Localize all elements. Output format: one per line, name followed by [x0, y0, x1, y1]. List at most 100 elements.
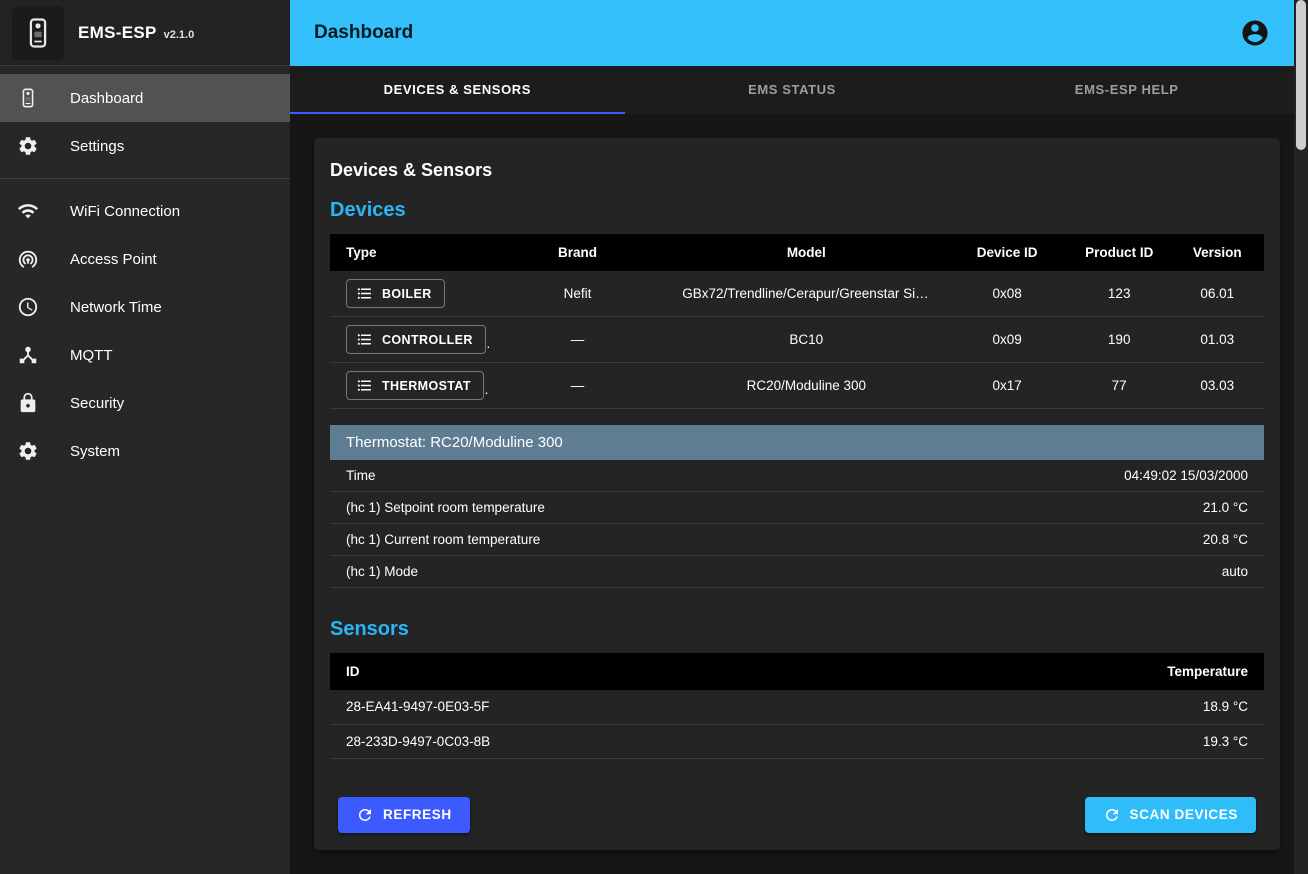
- col-device-id: Device ID: [946, 234, 1067, 271]
- device-type-label: CONTROLLER: [382, 333, 473, 347]
- refresh-icon: [1103, 806, 1121, 824]
- content-area: Devices & Sensors Devices Type Brand Mod…: [290, 114, 1294, 874]
- wifi-icon: [16, 199, 40, 223]
- sidebar-item-label: WiFi Connection: [70, 203, 180, 220]
- device-version: 01.03: [1171, 317, 1264, 363]
- sidebar-item-label: MQTT: [70, 347, 113, 364]
- device-product-id: 77: [1068, 363, 1171, 409]
- sidebar-item-label: Access Point: [70, 251, 157, 268]
- device-row-thermostat: THERMOSTAT — RC20/Moduline 300 0x17 77 0…: [330, 363, 1264, 409]
- tab-devices-sensors[interactable]: DEVICES & SENSORS: [290, 66, 625, 114]
- app-logo: [12, 6, 64, 60]
- device-model: BC10: [666, 317, 946, 363]
- thermostat-panel: Thermostat: RC20/Moduline 300 Time 04:49…: [330, 425, 1264, 588]
- sidebar-divider: [0, 178, 290, 179]
- device-product-id: 123: [1068, 271, 1171, 317]
- sidebar: EMS-ESP v2.1.0 Dashboard Settings: [0, 0, 290, 874]
- sensor-id: 28-233D-9497-0C03-8B: [330, 724, 984, 758]
- sensors-table-header: ID Temperature: [330, 653, 1264, 690]
- sidebar-item-label: Settings: [70, 138, 124, 155]
- card-title: Devices & Sensors: [330, 160, 1264, 181]
- refresh-button[interactable]: REFRESH: [338, 797, 470, 833]
- sidebar-item-dashboard[interactable]: Dashboard: [0, 74, 290, 122]
- device-type-label: THERMOSTAT: [382, 379, 471, 393]
- access-point-icon: [16, 247, 40, 271]
- col-brand: Brand: [489, 234, 666, 271]
- refresh-icon: [356, 806, 374, 824]
- list-icon: [356, 331, 373, 348]
- device-brand: Nefit: [489, 271, 666, 317]
- scan-devices-button[interactable]: SCAN DEVICES: [1085, 797, 1256, 833]
- thermostat-attr-row: (hc 1) Mode auto: [330, 556, 1264, 588]
- sidebar-item-mqtt[interactable]: MQTT: [0, 331, 290, 379]
- device-id: 0x08: [946, 271, 1067, 317]
- device-row-boiler: BOILER Nefit GBx72/Trendline/Cerapur/Gre…: [330, 271, 1264, 317]
- sidebar-item-settings[interactable]: Settings: [0, 122, 290, 170]
- col-sensor-id: ID: [330, 653, 984, 690]
- device-version: 03.03: [1171, 363, 1264, 409]
- device-id: 0x17: [946, 363, 1067, 409]
- sidebar-nav: Dashboard Settings WiFi Connection Acces…: [0, 66, 290, 483]
- col-product-id: Product ID: [1068, 234, 1171, 271]
- attr-label: (hc 1) Mode: [346, 564, 418, 579]
- attr-value: 21.0 °C: [1203, 500, 1248, 515]
- attr-label: Time: [346, 468, 376, 483]
- dashboard-device-icon: [16, 86, 40, 110]
- account-button[interactable]: [1238, 16, 1272, 50]
- sidebar-item-security[interactable]: Security: [0, 379, 290, 427]
- col-version: Version: [1171, 234, 1264, 271]
- thermostat-attr-row: Time 04:49:02 15/03/2000: [330, 460, 1264, 492]
- sidebar-item-label: Dashboard: [70, 90, 143, 107]
- page-title: Dashboard: [314, 22, 1238, 44]
- device-row-controller: CONTROLLER — BC10 0x09 190 01.03: [330, 317, 1264, 363]
- thermostat-panel-header: Thermostat: RC20/Moduline 300: [330, 425, 1264, 460]
- sidebar-item-label: System: [70, 443, 120, 460]
- col-type: Type: [330, 234, 489, 271]
- sensors-table: ID Temperature 28-EA41-9497-0E03-5F 18.9…: [330, 653, 1264, 759]
- thermostat-attr-row: (hc 1) Setpoint room temperature 21.0 °C: [330, 492, 1264, 524]
- sensor-row: 28-233D-9497-0C03-8B 19.3 °C: [330, 724, 1264, 758]
- sidebar-item-access-point[interactable]: Access Point: [0, 235, 290, 283]
- devices-sensors-card: Devices & Sensors Devices Type Brand Mod…: [314, 138, 1280, 850]
- scan-devices-button-label: SCAN DEVICES: [1130, 807, 1238, 822]
- device-hub-icon: [16, 343, 40, 367]
- attr-value: 20.8 °C: [1203, 532, 1248, 547]
- sidebar-header: EMS-ESP v2.1.0: [0, 0, 290, 66]
- boiler-button[interactable]: BOILER: [346, 279, 445, 308]
- gear-icon: [16, 134, 40, 158]
- sensor-temperature: 18.9 °C: [984, 690, 1264, 724]
- sidebar-item-system[interactable]: System: [0, 427, 290, 475]
- device-model: GBx72/Trendline/Cerapur/Greenstar Si/27i: [666, 271, 946, 317]
- sidebar-item-wifi-connection[interactable]: WiFi Connection: [0, 187, 290, 235]
- attr-value: auto: [1222, 564, 1248, 579]
- devices-table-header: Type Brand Model Device ID Product ID Ve…: [330, 234, 1264, 271]
- sensor-id: 28-EA41-9497-0E03-5F: [330, 690, 984, 724]
- tab-bar: DEVICES & SENSORS EMS STATUS EMS-ESP HEL…: [290, 66, 1294, 114]
- clock-icon: [16, 295, 40, 319]
- attr-label: (hc 1) Setpoint room temperature: [346, 500, 545, 515]
- device-id: 0x09: [946, 317, 1067, 363]
- device-type-label: BOILER: [382, 287, 432, 301]
- device-model: RC20/Moduline 300: [666, 363, 946, 409]
- controller-button[interactable]: CONTROLLER: [346, 325, 486, 354]
- sensors-heading: Sensors: [330, 618, 1264, 641]
- tab-ems-esp-help[interactable]: EMS-ESP HELP: [959, 66, 1294, 114]
- app-name: EMS-ESP: [78, 23, 157, 43]
- sidebar-item-label: Security: [70, 395, 124, 412]
- attr-value: 04:49:02 15/03/2000: [1124, 468, 1248, 483]
- app-version: v2.1.0: [164, 29, 195, 41]
- list-icon: [356, 377, 373, 394]
- tab-ems-status[interactable]: EMS STATUS: [625, 66, 960, 114]
- sidebar-item-network-time[interactable]: Network Time: [0, 283, 290, 331]
- col-temperature: Temperature: [984, 653, 1264, 690]
- attr-label: (hc 1) Current room temperature: [346, 532, 540, 547]
- device-brand: —: [489, 317, 666, 363]
- scrollbar-thumb[interactable]: [1296, 0, 1306, 150]
- sidebar-item-label: Network Time: [70, 299, 162, 316]
- thermostat-button[interactable]: THERMOSTAT: [346, 371, 484, 400]
- scrollbar-track[interactable]: [1294, 0, 1308, 874]
- actions-row: REFRESH SCAN DEVICES: [330, 797, 1264, 833]
- ems-esp-device-icon: [21, 16, 55, 50]
- system-gear-icon: [16, 439, 40, 463]
- device-brand: —: [489, 363, 666, 409]
